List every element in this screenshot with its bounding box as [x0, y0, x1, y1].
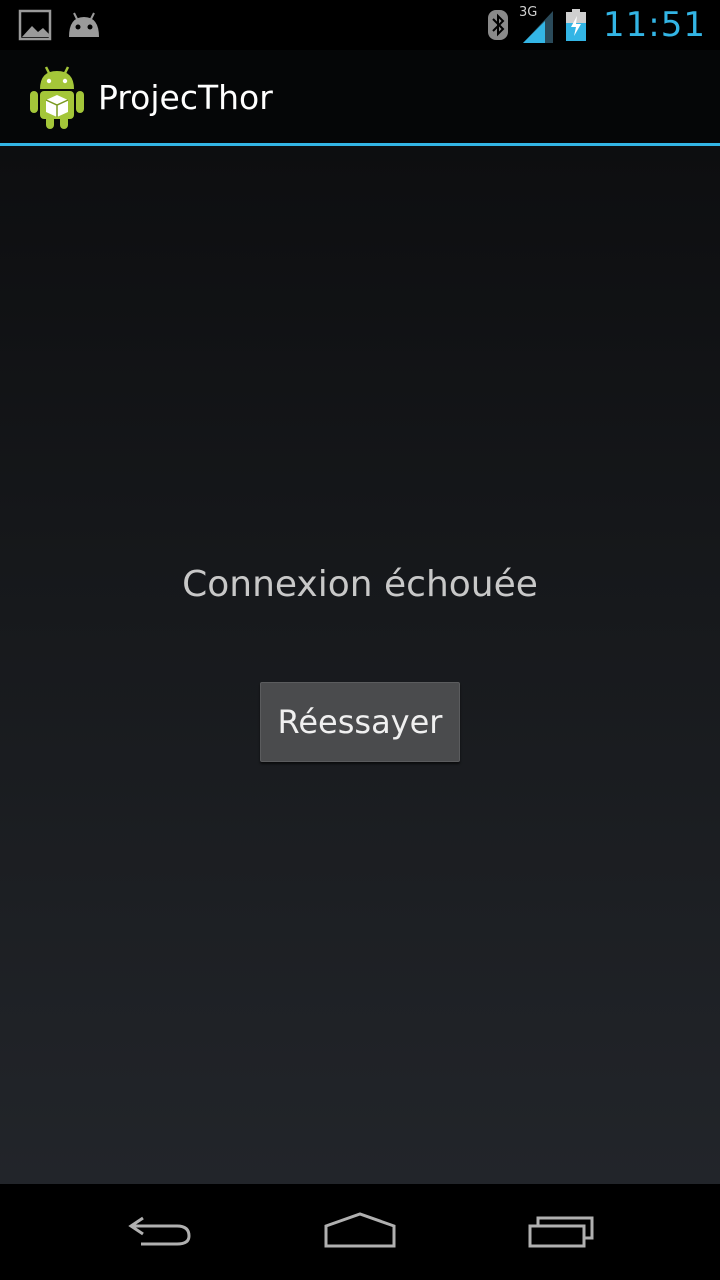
signal-icon: 3G — [519, 5, 555, 45]
retry-button[interactable]: Réessayer — [260, 682, 460, 762]
home-icon — [322, 1210, 398, 1254]
android-app-icon[interactable] — [28, 65, 86, 131]
navigation-bar — [0, 1184, 720, 1280]
notification-icons — [18, 8, 102, 42]
recent-apps-icon — [526, 1210, 598, 1254]
battery-charging-icon — [565, 8, 587, 42]
system-status-icons: 3G 11:51 — [487, 0, 706, 50]
bluetooth-icon — [487, 9, 509, 41]
gallery-icon — [18, 9, 52, 41]
back-button[interactable] — [100, 1202, 220, 1262]
home-button[interactable] — [300, 1202, 420, 1262]
action-bar: ProjecThor — [0, 50, 720, 146]
clock: 11:51 — [603, 5, 706, 45]
back-icon — [125, 1210, 195, 1254]
app-title: ProjecThor — [98, 78, 273, 117]
connection-error-message: Connexion échouée — [182, 564, 538, 605]
recent-apps-button[interactable] — [502, 1202, 622, 1262]
status-bar: 3G 11:51 — [0, 0, 720, 50]
main-content: Connexion échouée Réessayer — [0, 146, 720, 1184]
android-notification-icon — [66, 11, 102, 39]
